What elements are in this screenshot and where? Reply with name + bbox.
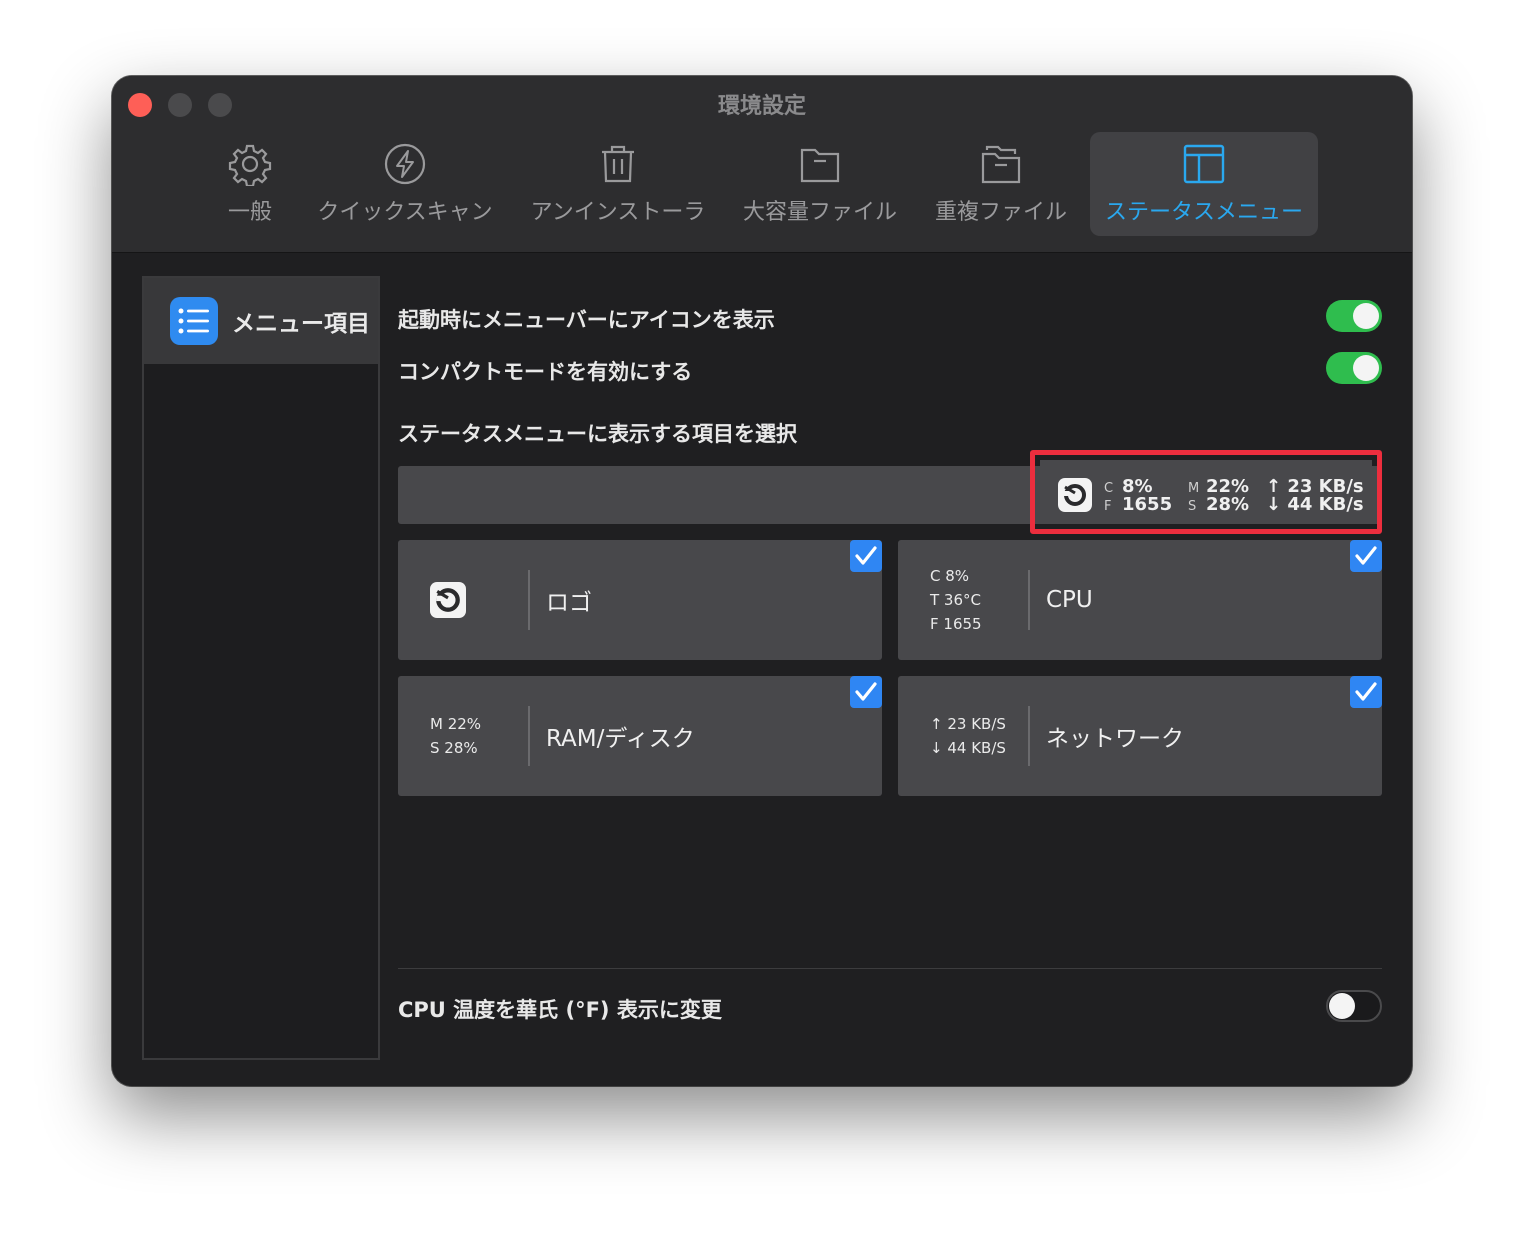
checkmark-icon [1355, 546, 1377, 565]
lightning-icon [384, 143, 426, 185]
tab-general[interactable]: 一般 [208, 132, 292, 236]
stat-line: ↑ 23 KB/S [930, 715, 1006, 733]
toolbar: 環境設定 一般 クイックスキャン アンインストーラ 大容量ファイル 重複ファイル… [112, 76, 1412, 253]
select-items-heading: ステータスメニューに表示する項目を選択 [398, 422, 797, 446]
sidebar-item-menu-items[interactable]: メニュー項目 [144, 278, 378, 364]
show-icon-toggle[interactable] [1326, 300, 1382, 332]
tab-label: クイックスキャン [317, 200, 493, 225]
folder-icon [800, 148, 840, 183]
tab-status-menu[interactable]: ステータスメニュー [1090, 132, 1318, 236]
compact-mode-label: コンパクトモードを有効にする [398, 360, 693, 384]
item-card-cpu[interactable]: C 8% T 36°C F 1655 CPU [898, 540, 1382, 660]
card-stats: ↑ 23 KB/S ↓ 44 KB/S [930, 712, 1006, 760]
sidebar-item-label: メニュー項目 [232, 311, 370, 337]
fahrenheit-label: CPU 温度を華氏 (°F) 表示に変更 [398, 998, 722, 1022]
item-card-logo[interactable]: ロゴ [398, 540, 882, 660]
tab-quick-scan[interactable]: クイックスキャン [310, 132, 500, 236]
toggle-knob [1353, 355, 1379, 381]
divider [398, 968, 1382, 969]
toggle-knob [1329, 993, 1355, 1019]
tab-large-files[interactable]: 大容量ファイル [736, 132, 904, 236]
checkmark-icon [855, 546, 877, 565]
app-logo-icon [430, 582, 466, 618]
sidebar: メニュー項目 [142, 276, 380, 1060]
show-icon-label: 起動時にメニューバーにアイコンを表示 [398, 308, 775, 332]
card-title: RAM/ディスク [546, 726, 695, 752]
gear-icon [228, 144, 272, 186]
stat-line: ↓ 44 KB/S [930, 739, 1006, 757]
cpu-checkbox[interactable] [1350, 540, 1382, 572]
tab-label: ステータスメニュー [1104, 200, 1303, 225]
card-divider [528, 706, 530, 766]
compact-mode-toggle[interactable] [1326, 352, 1382, 384]
toggle-knob [1353, 303, 1379, 329]
tab-uninstaller[interactable]: アンインストーラ [524, 132, 712, 236]
card-stats: M 22% S 28% [430, 712, 481, 760]
stat-line: S 28% [430, 739, 478, 757]
stat-line: C 8% [930, 567, 970, 585]
card-title: ロゴ [546, 590, 592, 616]
card-title: ネットワーク [1046, 726, 1184, 752]
stat-line: F 1655 [930, 615, 982, 633]
preferences-window: 環境設定 一般 クイックスキャン アンインストーラ 大容量ファイル 重複ファイル… [112, 76, 1412, 1086]
card-divider [1028, 706, 1030, 766]
tab-label: 大容量ファイル [742, 200, 897, 225]
card-title: CPU [1046, 587, 1093, 613]
network-checkbox[interactable] [1350, 676, 1382, 708]
duplicate-folder-icon [981, 145, 1021, 184]
tab-label: 重複ファイル [934, 200, 1067, 225]
ram-disk-checkbox[interactable] [850, 676, 882, 708]
stat-line: T 36°C [930, 591, 981, 609]
card-divider [528, 570, 530, 630]
card-divider [1028, 570, 1030, 630]
item-card-network[interactable]: ↑ 23 KB/S ↓ 44 KB/S ネットワーク [898, 676, 1382, 796]
logo-checkbox[interactable] [850, 540, 882, 572]
checkmark-icon [1355, 682, 1377, 701]
fahrenheit-toggle[interactable] [1326, 990, 1382, 1022]
card-stats: C 8% T 36°C F 1655 [930, 564, 982, 636]
tab-label: アンインストーラ [530, 200, 706, 225]
tab-duplicate-files[interactable]: 重複ファイル [924, 132, 1078, 236]
stat-line: M 22% [430, 715, 482, 733]
tab-label: 一般 [227, 200, 272, 225]
highlight-box [1030, 450, 1382, 534]
layout-icon [1183, 144, 1225, 184]
window-title: 環境設定 [717, 94, 806, 119]
item-card-ram-disk[interactable]: M 22% S 28% RAM/ディスク [398, 676, 882, 796]
list-icon [170, 297, 218, 345]
checkmark-icon [855, 682, 877, 701]
trash-icon [602, 145, 634, 183]
